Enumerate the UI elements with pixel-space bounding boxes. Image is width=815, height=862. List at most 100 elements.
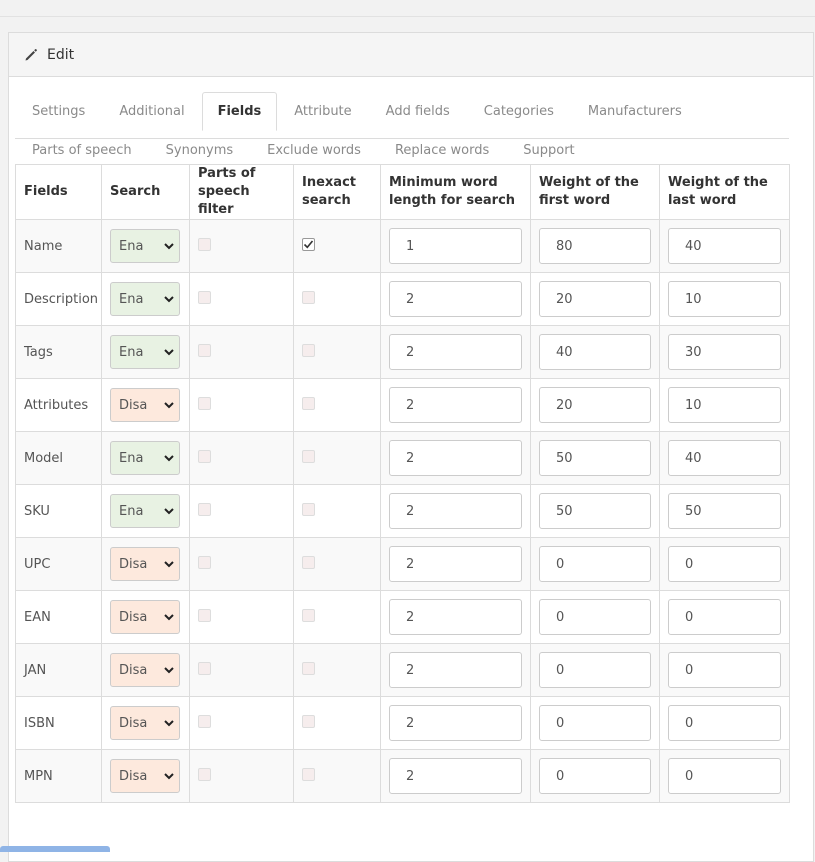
inexact-cell (293, 325, 381, 379)
weight-last-input[interactable] (668, 440, 781, 476)
min-length-input[interactable] (389, 652, 522, 688)
search-select[interactable]: Disa (110, 706, 180, 740)
tab-attribute[interactable]: Attribute (277, 92, 368, 131)
search-select[interactable]: Disa (110, 653, 180, 687)
weight-last-input[interactable] (668, 493, 781, 529)
inexact-checkbox[interactable] (302, 502, 315, 516)
inexact-checkbox[interactable] (302, 343, 315, 357)
weight-last-input[interactable] (668, 281, 781, 317)
search-cell: Ena (101, 484, 190, 538)
inexact-checkbox[interactable] (302, 238, 315, 251)
inexact-checkbox[interactable] (302, 555, 315, 569)
pencil-icon (24, 48, 38, 62)
min-length-input[interactable] (389, 281, 522, 317)
weight-last-input[interactable] (668, 599, 781, 635)
col-header-min-length: Minimum word length for search (380, 164, 531, 220)
weight-last-cell (659, 590, 790, 644)
pos-filter-checkbox[interactable] (198, 396, 211, 410)
weight-first-input[interactable] (539, 705, 651, 741)
min-length-input[interactable] (389, 334, 522, 370)
tab-categories[interactable]: Categories (467, 92, 571, 131)
min-length-input[interactable] (389, 493, 522, 529)
min-length-input[interactable] (389, 758, 522, 794)
search-select[interactable]: Disa (110, 547, 180, 581)
inexact-checkbox[interactable] (302, 396, 315, 410)
pos-filter-checkbox[interactable] (198, 661, 211, 675)
table-row: Name Ena (15, 219, 790, 273)
search-select[interactable]: Disa (110, 600, 180, 634)
search-select-value: Disa (119, 662, 147, 678)
weight-first-input[interactable] (539, 493, 651, 529)
col-header-fields: Fields (15, 164, 102, 220)
field-name: EAN (15, 590, 102, 644)
pos-filter-checkbox[interactable] (198, 343, 211, 357)
pos-filter-checkbox[interactable] (198, 767, 211, 781)
search-cell: Disa (101, 749, 190, 803)
search-select[interactable]: Disa (110, 759, 180, 793)
tab-additional[interactable]: Additional (102, 92, 201, 131)
search-select[interactable]: Ena (110, 494, 180, 528)
weight-first-input[interactable] (539, 758, 651, 794)
min-length-input[interactable] (389, 599, 522, 635)
tab-add-fields[interactable]: Add fields (369, 92, 467, 131)
inexact-checkbox[interactable] (302, 661, 315, 675)
pos-filter-cell (189, 537, 294, 591)
inexact-checkbox[interactable] (302, 449, 315, 463)
weight-first-input[interactable] (539, 652, 651, 688)
weight-first-cell (530, 696, 660, 750)
weight-last-input[interactable] (668, 546, 781, 582)
weight-last-cell (659, 431, 790, 485)
weight-last-input[interactable] (668, 387, 781, 423)
inexact-checkbox[interactable] (302, 714, 315, 728)
pos-filter-checkbox[interactable] (198, 290, 211, 304)
weight-first-input[interactable] (539, 334, 651, 370)
weight-last-input[interactable] (668, 228, 781, 264)
search-select[interactable]: Ena (110, 282, 180, 316)
weight-first-input[interactable] (539, 228, 651, 264)
weight-first-input[interactable] (539, 281, 651, 317)
pos-filter-checkbox[interactable] (198, 502, 211, 516)
inexact-checkbox[interactable] (302, 608, 315, 622)
search-select[interactable]: Ena (110, 335, 180, 369)
weight-first-input[interactable] (539, 440, 651, 476)
table-header-row: Fields Search Parts of speech filter Ine… (15, 164, 790, 220)
tab-fields[interactable]: Fields (201, 92, 278, 131)
weight-first-input[interactable] (539, 546, 651, 582)
pos-filter-checkbox[interactable] (198, 714, 211, 728)
chevron-down-icon (163, 452, 175, 464)
weight-first-cell (530, 272, 660, 326)
min-length-input[interactable] (389, 705, 522, 741)
min-length-input[interactable] (389, 387, 522, 423)
weight-last-input[interactable] (668, 758, 781, 794)
weight-first-input[interactable] (539, 387, 651, 423)
weight-last-input[interactable] (668, 334, 781, 370)
weight-last-input[interactable] (668, 652, 781, 688)
field-name: Description (15, 272, 102, 326)
pos-filter-checkbox[interactable] (198, 237, 211, 251)
min-length-input[interactable] (389, 440, 522, 476)
pos-filter-checkbox[interactable] (198, 449, 211, 463)
search-select[interactable]: Disa (110, 388, 180, 422)
min-length-cell (380, 219, 531, 273)
pos-filter-checkbox[interactable] (198, 555, 211, 569)
search-select[interactable]: Ena (110, 441, 180, 475)
search-select[interactable]: Ena (110, 229, 180, 263)
inexact-checkbox[interactable] (302, 290, 315, 304)
tab-settings[interactable]: Settings (15, 92, 102, 131)
min-length-input[interactable] (389, 546, 522, 582)
weight-last-input[interactable] (668, 705, 781, 741)
weight-first-input[interactable] (539, 599, 651, 635)
pos-filter-checkbox[interactable] (198, 608, 211, 622)
field-name: Name (15, 219, 102, 273)
tab-manufacturers[interactable]: Manufacturers (571, 92, 699, 131)
min-length-input[interactable] (389, 228, 522, 264)
bottom-button-edge[interactable] (0, 846, 110, 852)
min-length-cell (380, 272, 531, 326)
chevron-down-icon (163, 240, 175, 252)
field-name: MPN (15, 749, 102, 803)
search-cell: Ena (101, 219, 190, 273)
table-row: Attributes Disa (15, 378, 790, 432)
weight-first-cell (530, 590, 660, 644)
inexact-checkbox[interactable] (302, 767, 315, 781)
weight-last-cell (659, 749, 790, 803)
